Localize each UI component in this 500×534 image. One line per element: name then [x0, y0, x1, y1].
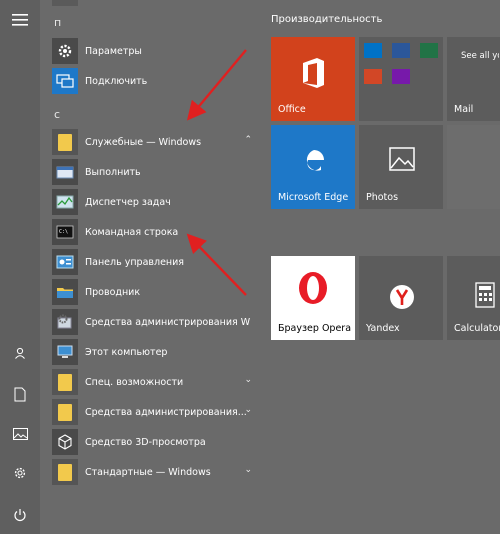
annotation-arrow-folder — [186, 49, 247, 121]
annotation-arrows — [186, 49, 247, 296]
annotation-arrow-command-prompt — [186, 233, 247, 296]
